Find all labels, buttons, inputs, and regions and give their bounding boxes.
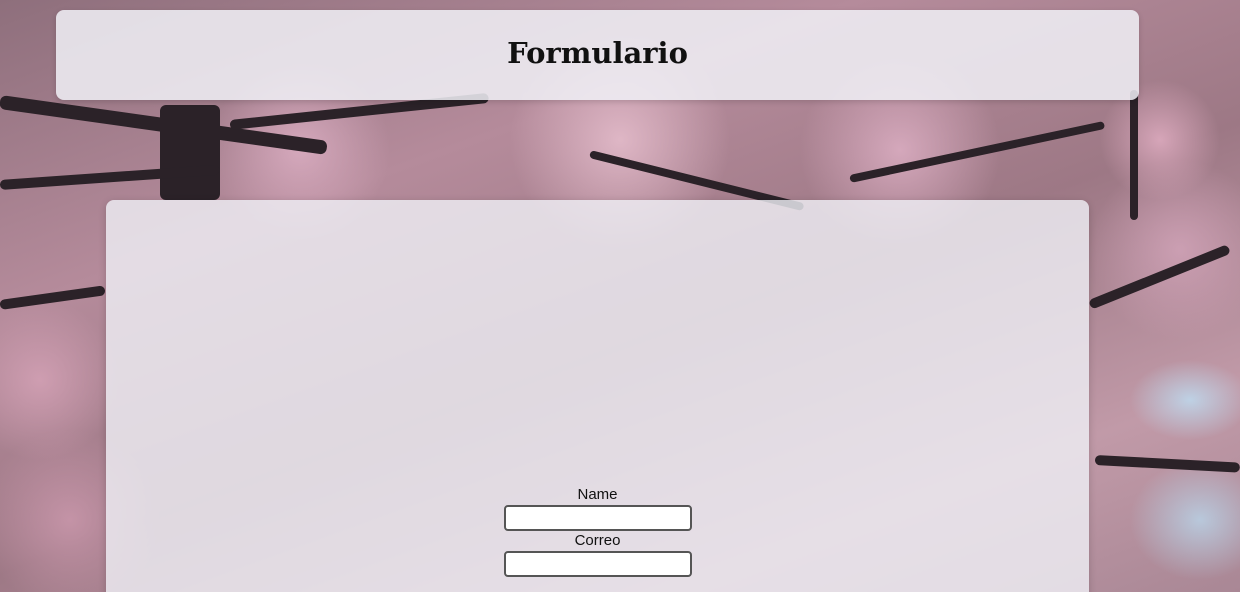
contact-form: Name Correo xyxy=(106,485,1089,577)
tree-branch xyxy=(849,121,1106,183)
page-title: Formulario xyxy=(507,36,688,70)
tree-branch xyxy=(160,105,220,200)
header-panel: Formulario xyxy=(56,10,1139,100)
tree-branch xyxy=(1130,90,1138,220)
tree-branch xyxy=(0,285,106,310)
tree-branch xyxy=(1094,455,1240,473)
tree-branch xyxy=(1088,244,1231,310)
email-input[interactable] xyxy=(503,551,692,577)
name-label: Name xyxy=(577,486,618,503)
email-label: Correo xyxy=(574,532,621,549)
form-panel: Name Correo xyxy=(106,200,1089,592)
name-input[interactable] xyxy=(503,505,692,531)
